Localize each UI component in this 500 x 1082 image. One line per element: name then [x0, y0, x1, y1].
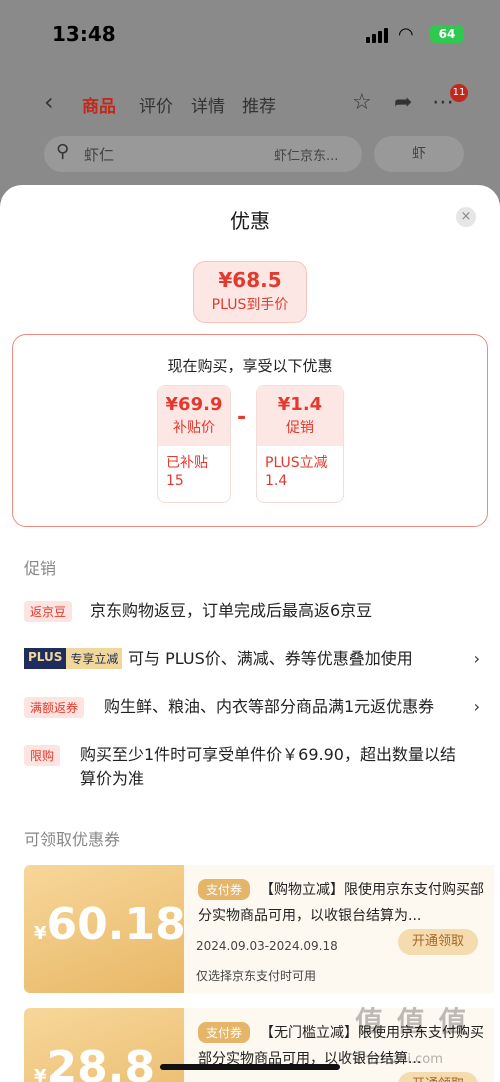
background-page: 13:48 ◠ 64 ‹ 商品 评价 详情 推荐 ☆ ➦ ⋯ 11 ⚲ 虾仁 虾…: [0, 0, 500, 200]
star-icon[interactable]: ☆: [352, 90, 372, 115]
plus-tag: PLUS 专享立减: [24, 648, 123, 669]
search-query: 虾仁: [84, 146, 115, 164]
product-nav: ‹ 商品 评价 详情 推荐 ☆ ➦ ⋯ 11: [0, 84, 500, 122]
search-row: ⚲ 虾仁 虾仁京东... 虾: [44, 136, 464, 172]
chevron-right-icon: ›: [473, 649, 480, 668]
status-time: 13:48: [52, 22, 116, 46]
breakdown-detail-value: 15: [166, 473, 184, 489]
final-price-amount: ¥68.5: [218, 268, 282, 292]
plus-tag-label: PLUS: [24, 648, 67, 669]
chevron-right-icon: ›: [473, 697, 480, 716]
price-breakdown: 现在购买，享受以下优惠 ¥69.9 补贴价 已补贴 15 - ¥1.4 促销 P…: [12, 334, 488, 527]
watermark-logo: 值 值 值: [355, 1005, 469, 1038]
sheet-title: 优惠: [230, 209, 270, 233]
breakdown-label: 补贴价: [173, 420, 215, 436]
share-icon[interactable]: ➦: [394, 90, 412, 115]
wifi-icon: ◠: [398, 24, 414, 45]
back-icon[interactable]: ‹: [44, 88, 54, 116]
tab-details[interactable]: 详情: [191, 92, 225, 117]
promo-section-title: 促销: [24, 559, 57, 578]
breakdown-detail: 已补贴: [166, 455, 208, 471]
coupon-currency: ¥: [34, 923, 47, 944]
promo-row-jingdou: 返京豆 京东购物返豆，订单完成后最高返6京豆: [24, 599, 484, 627]
coupon-currency: ¥: [34, 1066, 47, 1082]
status-bar: 13:48 ◠ 64: [0, 18, 500, 48]
tab-reviews[interactable]: 评价: [139, 92, 173, 117]
promo-tag: 返京豆: [24, 601, 73, 622]
home-indicator[interactable]: [160, 1064, 340, 1070]
claim-coupon-button[interactable]: 开通领取: [398, 1072, 478, 1082]
promo-text: 可与 PLUS价、满减、券等优惠叠加使用: [128, 649, 413, 668]
final-price-label: PLUS到手价: [211, 297, 289, 313]
promo-row-plus[interactable]: PLUS 专享立减 可与 PLUS价、满减、券等优惠叠加使用 ›: [24, 647, 484, 675]
breakdown-label: 促销: [286, 420, 314, 436]
watermark-url: zhizhizhi.com: [355, 1052, 443, 1067]
breakdown-item-promo: ¥1.4 促销 PLUS立减 1.4: [256, 385, 344, 503]
promo-tag: 满额返券: [24, 697, 85, 718]
breakdown-detail-value: 1.4: [265, 473, 288, 489]
promo-row-limit: 限购 购买至少1件时可享受单件价￥69.90，超出数量以结算价为准: [24, 743, 484, 795]
coupon-amount-panel: ¥60.18: [24, 865, 186, 993]
coupon-description: 【购物立减】限使用京东支付购买部分实物商品可用，以收银台结算为...: [198, 882, 484, 924]
search-bar[interactable]: ⚲ 虾仁 虾仁京东...: [44, 136, 362, 172]
signal-icon: [366, 28, 388, 43]
search-chip: 虾仁京东...: [274, 149, 339, 164]
tab-product[interactable]: 商品: [82, 92, 116, 117]
coupon-section-title: 可领取优惠券: [24, 830, 121, 849]
promo-tag: 限购: [24, 745, 61, 766]
discount-sheet: 优惠 × ¥68.5 PLUS到手价 现在购买，享受以下优惠 ¥69.9 补贴价…: [0, 185, 500, 1082]
promo-text: 购生鲜、粮油、内衣等部分商品满1元返优惠券: [104, 697, 435, 716]
tab-recommend[interactable]: 推荐: [242, 92, 276, 117]
battery-icon: 64: [430, 25, 464, 43]
promo-text: 购买至少1件时可享受单件价￥69.90，超出数量以结算价为准: [80, 745, 456, 788]
promo-row-coupon-return[interactable]: 满额返券 购生鲜、粮油、内衣等部分商品满1元返优惠券 ›: [24, 695, 484, 723]
coupon-note: 仅选择京东支付时可用: [196, 969, 317, 983]
search-right-chip[interactable]: 虾: [374, 136, 464, 172]
search-icon: ⚲: [56, 141, 70, 162]
coupon-card: ¥60.18 支付券 【购物立减】限使用京东支付购买部分实物商品可用，以收银台结…: [24, 865, 494, 993]
coupon-amount-panel: ¥28.8: [24, 1008, 184, 1082]
breakdown-title: 现在购买，享受以下优惠: [167, 357, 333, 375]
breakdown-value: ¥1.4: [277, 394, 323, 415]
promo-text: 京东购物返豆，订单完成后最高返6京豆: [90, 601, 373, 620]
plus-tag-sub: 专享立减: [66, 648, 123, 669]
coupon-amount: 60.18: [46, 899, 186, 950]
breakdown-value: ¥69.9: [165, 394, 223, 415]
coupon-info-panel: 支付券 【购物立减】限使用京东支付购买部分实物商品可用，以收银台结算为... 2…: [184, 865, 494, 993]
claim-coupon-button[interactable]: 开通领取: [398, 929, 478, 955]
coupon-amount: 28.8: [46, 1042, 156, 1082]
minus-sign: -: [237, 405, 247, 430]
breakdown-item-subsidy: ¥69.9 补贴价 已补贴 15: [157, 385, 231, 503]
breakdown-detail: PLUS立减: [265, 455, 328, 471]
notification-badge: 11: [450, 84, 468, 102]
final-price-card: ¥68.5 PLUS到手价: [193, 261, 307, 323]
close-button[interactable]: ×: [456, 207, 476, 227]
coupon-dates: 2024.09.03-2024.09.18: [196, 939, 338, 953]
